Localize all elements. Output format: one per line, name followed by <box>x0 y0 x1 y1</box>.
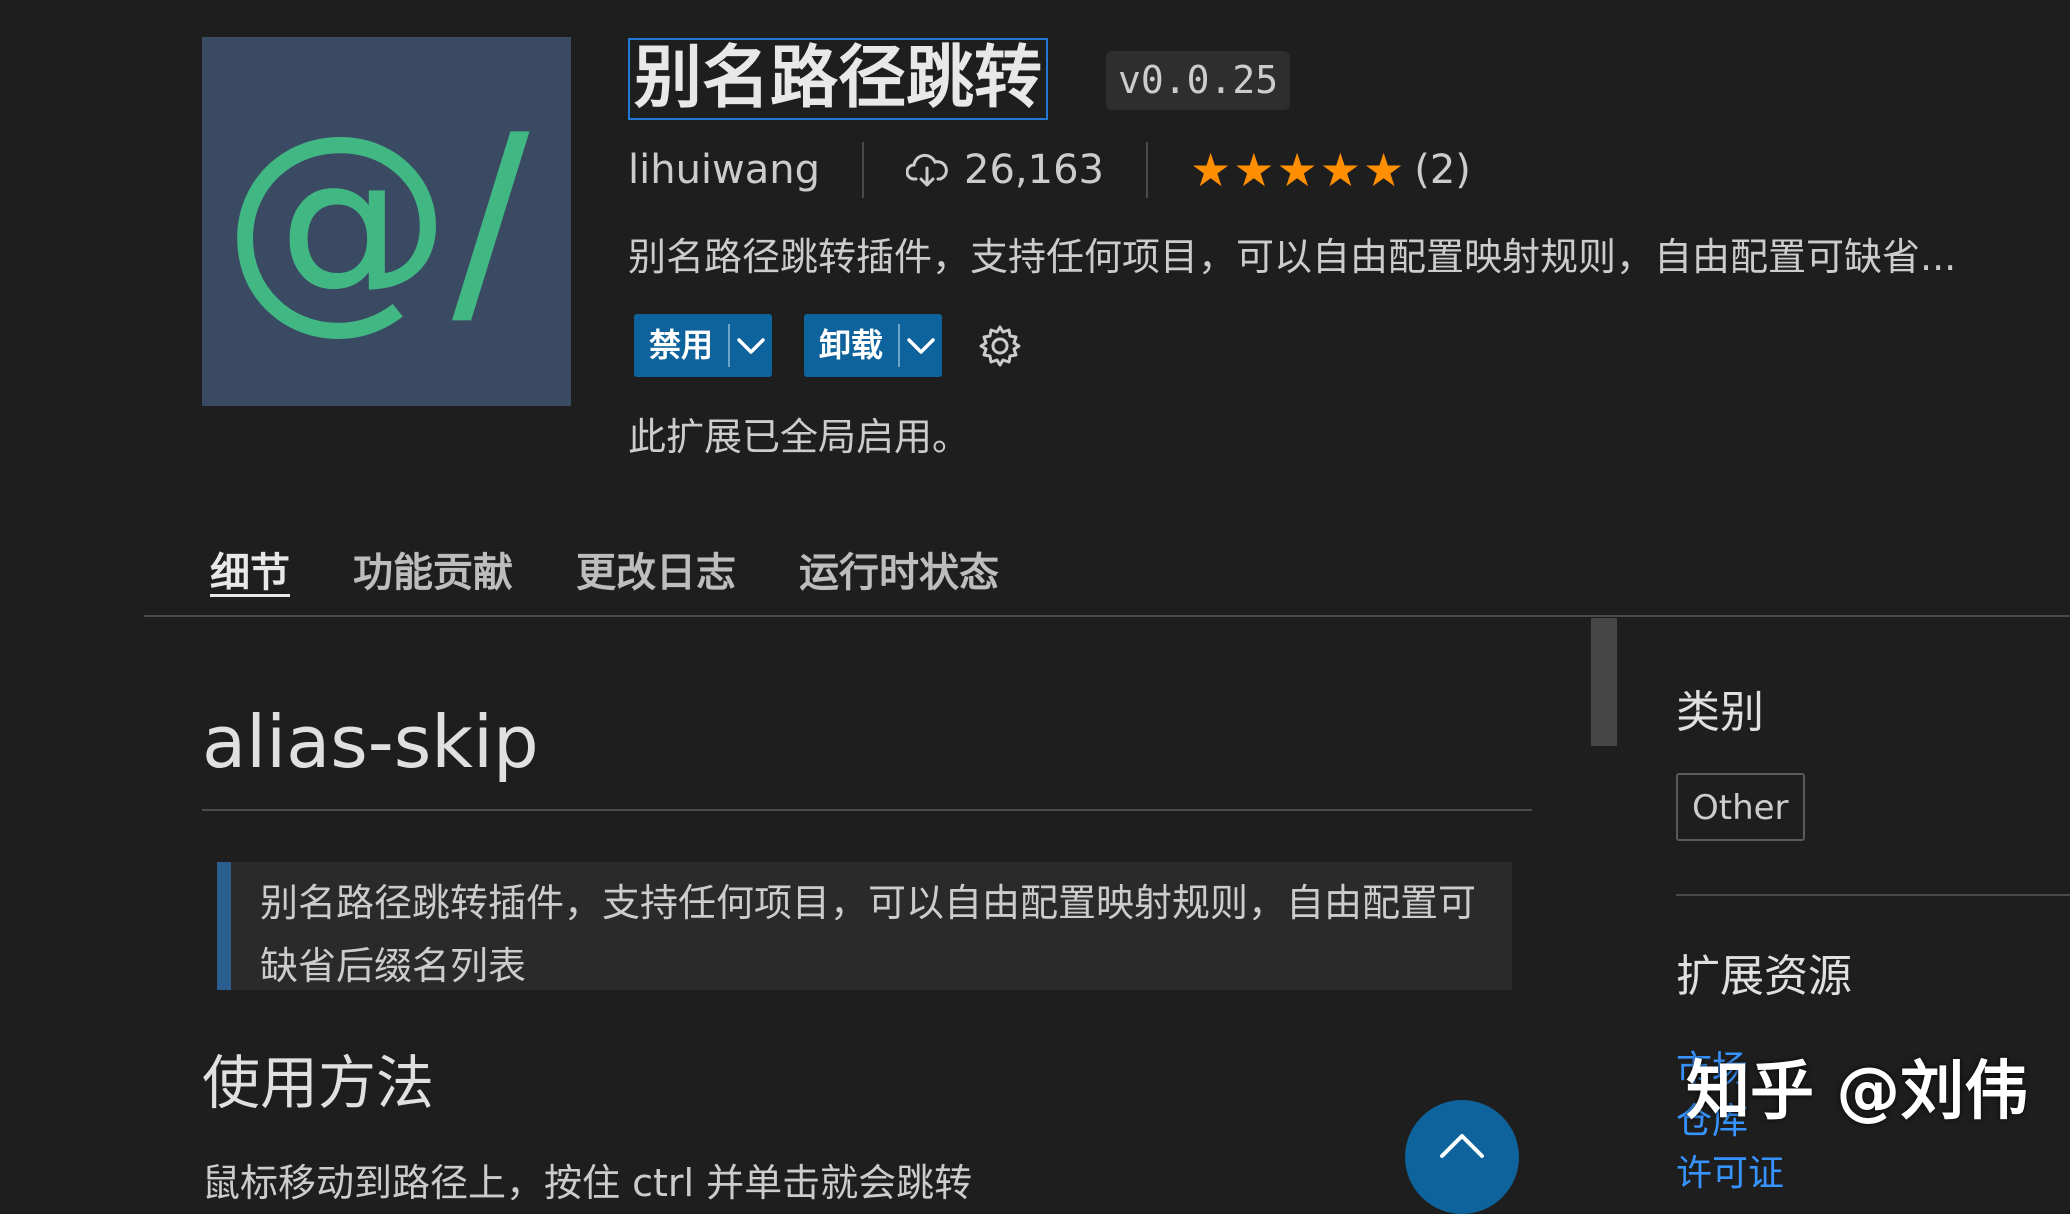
tab-feature-contributions[interactable]: 功能贡献 <box>353 540 513 598</box>
disable-dropdown-button[interactable] <box>730 314 772 377</box>
tab-runtime-status[interactable]: 运行时状态 <box>799 540 999 598</box>
chevron-down-icon <box>907 337 935 354</box>
resources-heading: 扩展资源 <box>1676 951 1852 1002</box>
usage-text: 鼠标移动到路径上，按住 ctrl 并单击就会跳转 <box>202 1161 973 1205</box>
at-slash-logo-icon: @/ <box>222 87 530 354</box>
heading-divider <box>202 809 1532 811</box>
scroll-to-top-button[interactable] <box>1405 1100 1519 1214</box>
watermark: 知乎 @刘伟 <box>1686 1055 2029 1129</box>
uninstall-button-group: 卸载 <box>804 314 943 377</box>
star-icon: ★ <box>1319 143 1361 197</box>
enabled-status: 此扩展已全局启用。 <box>628 415 971 459</box>
meta-row: lihuiwang 26,163 ★ ★ ★ ★ ★ (2) <box>628 140 1471 200</box>
disable-button[interactable]: 禁用 <box>634 314 728 377</box>
usage-heading: 使用方法 <box>202 1049 435 1117</box>
star-icon: ★ <box>1233 143 1275 197</box>
publisher-link[interactable]: lihuiwang <box>628 147 820 193</box>
tab-details[interactable]: 细节 <box>210 540 290 598</box>
chevron-down-icon <box>737 337 765 354</box>
meta-separator <box>1145 142 1148 198</box>
readme-heading: alias-skip <box>202 700 539 784</box>
disable-button-group: 禁用 <box>634 314 773 377</box>
content-scrollbar[interactable] <box>1591 618 1617 746</box>
tab-bar: 细节 功能贡献 更改日志 运行时状态 <box>210 540 1062 598</box>
tab-changelog[interactable]: 更改日志 <box>576 540 736 598</box>
meta-separator <box>862 142 865 198</box>
category-badge[interactable]: Other <box>1676 773 1805 841</box>
extension-description: 别名路径跳转插件，支持任何项目，可以自由配置映射规则，自由配置可缺省... <box>628 235 1957 279</box>
star-icon: ★ <box>1189 143 1232 197</box>
tabs-divider <box>144 615 2070 617</box>
gear-icon[interactable] <box>977 323 1023 369</box>
logo-glyphs: @/ <box>222 87 530 354</box>
install-count: 26,163 <box>964 147 1104 193</box>
version-badge: v0.0.25 <box>1106 51 1291 110</box>
categories-heading: 类别 <box>1676 687 1764 738</box>
license-link[interactable]: 许可证 <box>1676 1144 1784 1196</box>
chevron-up-icon <box>1440 1134 1484 1158</box>
star-icon: ★ <box>1362 143 1405 197</box>
extension-logo: @/ <box>202 37 571 406</box>
rating-count: (2) <box>1414 147 1471 193</box>
star-icon: ★ <box>1276 143 1318 197</box>
uninstall-button[interactable]: 卸载 <box>804 314 898 377</box>
blockquote-text: 别名路径跳转插件，支持任何项目，可以自由配置映射规则，自由配置可缺省后缀名列表 <box>260 881 1477 988</box>
extension-title: 别名路径跳转 <box>628 38 1049 120</box>
cloud-download-icon <box>906 153 948 187</box>
sidebar-divider <box>1676 894 2070 896</box>
uninstall-dropdown-button[interactable] <box>900 314 942 377</box>
rating[interactable]: ★ ★ ★ ★ ★ (2) <box>1190 147 1471 193</box>
